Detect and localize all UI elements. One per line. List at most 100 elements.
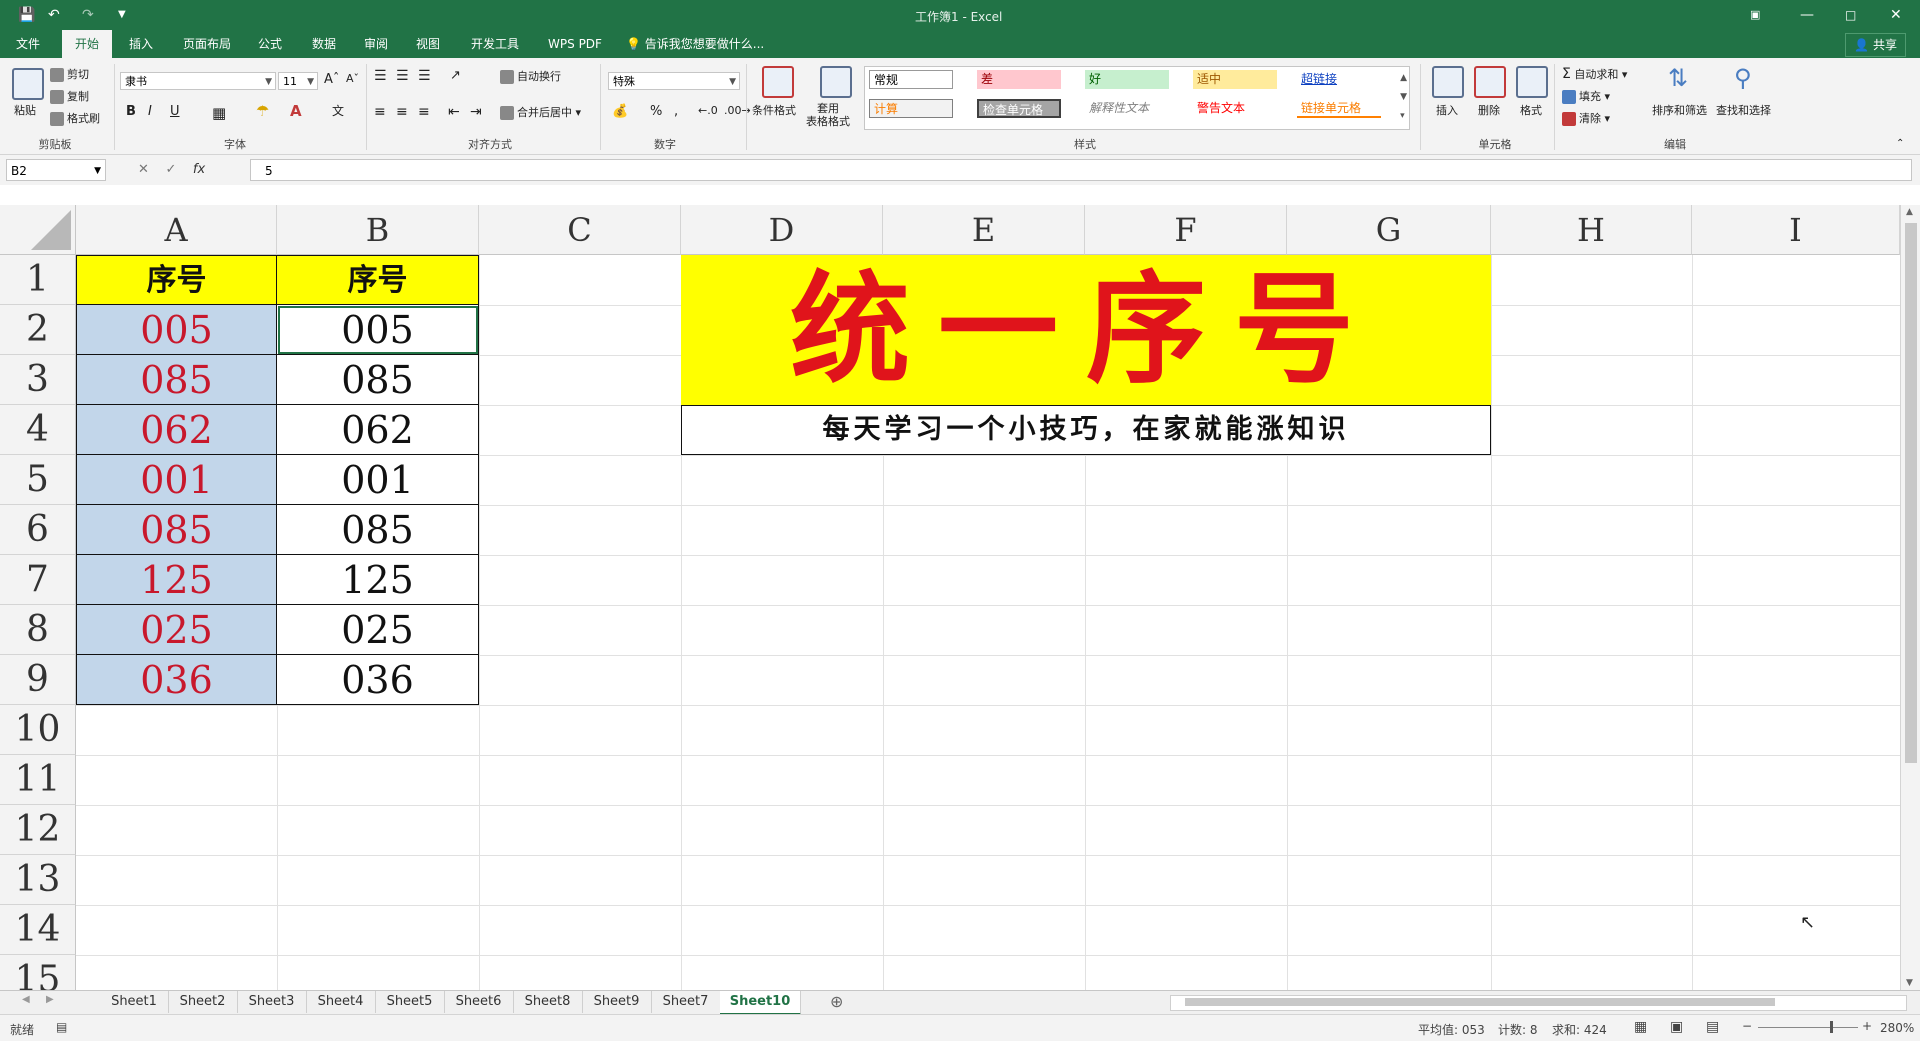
align-right-icon[interactable]: ≡ bbox=[418, 104, 430, 120]
paste-icon[interactable] bbox=[12, 68, 44, 100]
sheet-tab[interactable]: Sheet3 bbox=[237, 991, 307, 1013]
conditional-format-icon[interactable] bbox=[762, 66, 794, 98]
tab-view[interactable]: 视图 bbox=[406, 30, 450, 58]
shrink-font-icon[interactable]: Aˇ bbox=[346, 72, 359, 85]
comma-button[interactable]: , bbox=[674, 104, 678, 119]
row-header-13[interactable]: 13 bbox=[0, 855, 76, 905]
align-middle-icon[interactable]: ☰ bbox=[396, 68, 409, 84]
cell-a5[interactable]: 001 bbox=[76, 455, 277, 505]
tab-home[interactable]: 开始 bbox=[62, 30, 112, 58]
cell-a9[interactable]: 036 bbox=[76, 655, 277, 705]
cell-a4[interactable]: 062 bbox=[76, 405, 277, 455]
share-button[interactable]: 👤 共享 bbox=[1845, 33, 1906, 57]
tab-insert[interactable]: 插入 bbox=[118, 30, 164, 58]
insert-cells-icon[interactable] bbox=[1432, 66, 1464, 98]
row-header-4[interactable]: 4 bbox=[0, 405, 76, 455]
increase-decimal-icon[interactable]: ←.0 bbox=[698, 104, 718, 117]
select-all-corner[interactable] bbox=[0, 205, 76, 255]
sheet-tab[interactable]: Sheet5 bbox=[375, 991, 445, 1013]
cell-b2[interactable]: 005 bbox=[277, 305, 479, 355]
fill-color-icon[interactable]: ☂ bbox=[256, 102, 269, 120]
tab-wps-pdf[interactable]: WPS PDF bbox=[540, 30, 610, 58]
prev-sheet-icon[interactable]: ◀ bbox=[22, 994, 30, 1005]
format-as-table-button[interactable]: 套用 表格格式 bbox=[806, 102, 850, 128]
align-center-icon[interactable]: ≡ bbox=[396, 104, 408, 120]
style-linked-cell[interactable]: 链接单元格 bbox=[1297, 99, 1381, 118]
redo-icon[interactable]: ↷ bbox=[82, 0, 94, 30]
tab-developer[interactable]: 开发工具 bbox=[460, 30, 530, 58]
row-header-7[interactable]: 7 bbox=[0, 555, 76, 605]
sheet-tab-active[interactable]: Sheet10 bbox=[720, 991, 801, 1015]
wrap-text-button[interactable]: 自动换行 bbox=[500, 68, 561, 84]
insert-function-button[interactable]: fx bbox=[193, 162, 205, 177]
undo-icon[interactable]: ↶ bbox=[48, 0, 60, 30]
zoom-level[interactable]: 280% bbox=[1880, 1021, 1914, 1035]
page-break-view-icon[interactable]: ▤ bbox=[1706, 1019, 1719, 1035]
row-header-14[interactable]: 14 bbox=[0, 905, 76, 955]
autosum-button[interactable]: Σ 自动求和 ▾ bbox=[1562, 66, 1627, 82]
maximize-icon[interactable]: □ bbox=[1845, 0, 1856, 30]
grow-font-icon[interactable]: Aˆ bbox=[324, 72, 339, 87]
cell-b1[interactable]: 序号 bbox=[277, 255, 479, 305]
cell-a8[interactable]: 025 bbox=[76, 605, 277, 655]
decrease-indent-icon[interactable]: ⇤ bbox=[448, 104, 460, 120]
cancel-icon[interactable]: ✕ bbox=[138, 162, 149, 177]
zoom-slider[interactable] bbox=[1758, 1027, 1858, 1028]
row-header-1[interactable]: 1 bbox=[0, 255, 76, 305]
row-header-2[interactable]: 2 bbox=[0, 305, 76, 355]
column-header-d[interactable]: D bbox=[681, 205, 883, 255]
column-header-a[interactable]: A bbox=[76, 205, 277, 255]
page-layout-view-icon[interactable]: ▣ bbox=[1670, 1019, 1683, 1035]
cell-b3[interactable]: 085 bbox=[277, 355, 479, 405]
format-painter-button[interactable]: 格式刷 bbox=[50, 110, 100, 126]
find-select-button[interactable]: 查找和选择 bbox=[1716, 102, 1771, 118]
sort-filter-icon[interactable]: ⇅ bbox=[1668, 64, 1688, 92]
column-header-f[interactable]: F bbox=[1085, 205, 1287, 255]
cell-a1[interactable]: 序号 bbox=[76, 255, 277, 305]
cell-b8[interactable]: 025 bbox=[277, 605, 479, 655]
row-header-5[interactable]: 5 bbox=[0, 455, 76, 505]
zoom-out-icon[interactable]: − bbox=[1742, 1019, 1752, 1033]
cell-b4[interactable]: 062 bbox=[277, 405, 479, 455]
delete-cells-button[interactable]: 删除 bbox=[1478, 102, 1500, 118]
style-calculation[interactable]: 计算 bbox=[869, 99, 953, 118]
scroll-up-icon[interactable]: ▲ bbox=[1906, 207, 1913, 217]
zoom-in-icon[interactable]: + bbox=[1862, 1019, 1872, 1033]
style-bad[interactable]: 差 bbox=[977, 70, 1061, 89]
sheet-tab[interactable]: Sheet4 bbox=[306, 991, 376, 1013]
close-icon[interactable]: ✕ bbox=[1890, 0, 1902, 30]
underline-button[interactable]: U bbox=[170, 104, 180, 119]
row-header-9[interactable]: 9 bbox=[0, 655, 76, 705]
style-hyperlink[interactable]: 超链接 bbox=[1297, 70, 1381, 89]
paste-button[interactable]: 粘贴 bbox=[14, 102, 36, 118]
orientation-icon[interactable]: ↗ bbox=[450, 68, 461, 83]
row-header-8[interactable]: 8 bbox=[0, 605, 76, 655]
column-header-g[interactable]: G bbox=[1287, 205, 1491, 255]
banner-title-cell[interactable]: 统一序号 bbox=[681, 255, 1491, 405]
sheet-tab[interactable]: Sheet1 bbox=[100, 991, 169, 1013]
tab-formulas[interactable]: 公式 bbox=[250, 30, 290, 58]
customize-quick-access-icon[interactable]: ▼ bbox=[118, 0, 126, 30]
column-header-i[interactable]: I bbox=[1692, 205, 1900, 255]
borders-icon[interactable]: ▦ bbox=[212, 104, 226, 122]
collapse-ribbon-icon[interactable]: ⌃ bbox=[1896, 138, 1904, 149]
percent-button[interactable]: % bbox=[650, 104, 662, 119]
column-header-e[interactable]: E bbox=[883, 205, 1085, 255]
banner-subtitle-cell[interactable]: 每天学习一个小技巧，在家就能涨知识 bbox=[681, 405, 1491, 455]
align-top-icon[interactable]: ☰ bbox=[374, 68, 387, 84]
format-cells-button[interactable]: 格式 bbox=[1520, 102, 1542, 118]
sort-filter-button[interactable]: 排序和筛选 bbox=[1652, 102, 1707, 118]
align-left-icon[interactable]: ≡ bbox=[374, 104, 386, 120]
cell-b9[interactable]: 036 bbox=[277, 655, 479, 705]
cell-b5[interactable]: 001 bbox=[277, 455, 479, 505]
insert-cells-button[interactable]: 插入 bbox=[1436, 102, 1458, 118]
bold-button[interactable]: B bbox=[126, 104, 136, 119]
row-header-10[interactable]: 10 bbox=[0, 705, 76, 755]
font-name-combo[interactable]: 隶书 ▼ bbox=[120, 72, 276, 90]
add-sheet-icon[interactable]: ⊕ bbox=[830, 992, 843, 1011]
scroll-down-icon[interactable]: ▼ bbox=[1906, 978, 1913, 988]
horizontal-scroll-thumb[interactable] bbox=[1185, 998, 1775, 1006]
font-size-combo[interactable]: 11 ▼ bbox=[278, 72, 318, 90]
cell-a2[interactable]: 005 bbox=[76, 305, 277, 355]
style-check-cell[interactable]: 检查单元格 bbox=[977, 99, 1061, 118]
